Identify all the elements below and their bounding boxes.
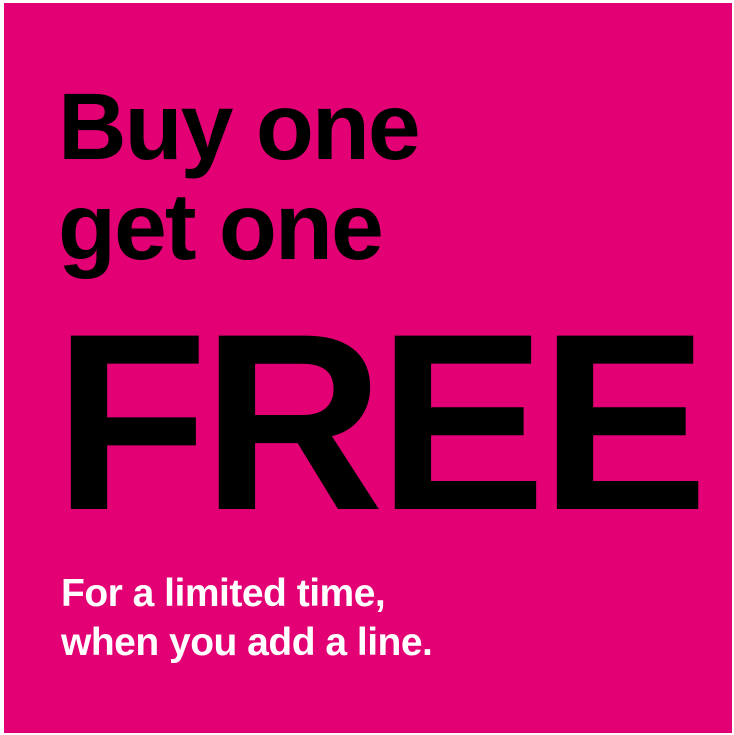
subline: For a limited time, when you add a line. [61,569,433,667]
headline-line-1: Buy one [58,74,421,180]
subline-line-2: when you add a line. [61,621,433,664]
subline-line-1: For a limited time, [61,572,386,615]
headline-line-2: get one [58,174,384,280]
promo-banner: Buy one get one FREE For a limited time,… [4,3,732,733]
headline-emphasis: FREE [54,282,708,563]
headline: Buy one get one [58,74,421,280]
